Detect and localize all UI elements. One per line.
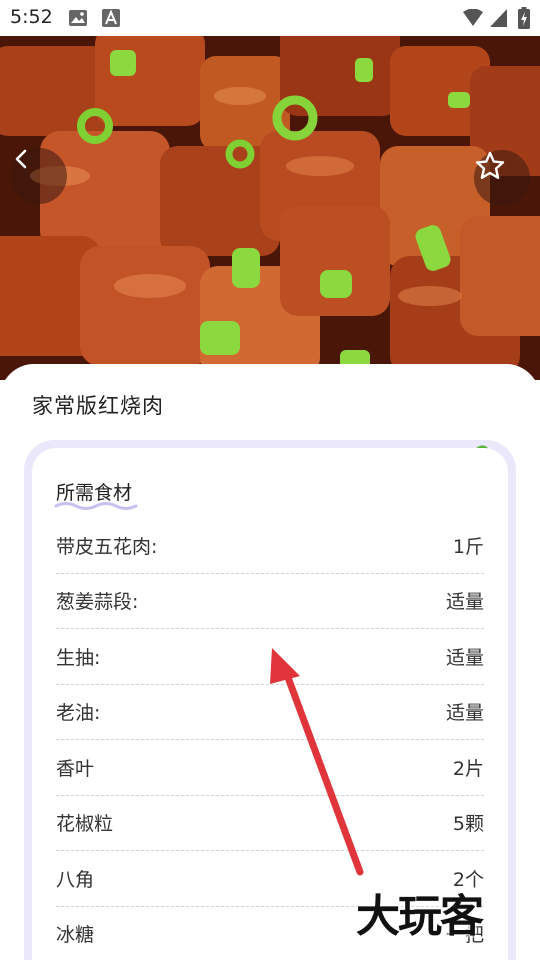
- ingredient-name: 花椒粒: [56, 813, 114, 836]
- ingredient-name: 老油:: [56, 702, 101, 725]
- recipe-title: 家常版红烧肉: [32, 394, 164, 418]
- star-outline-icon: [475, 151, 505, 179]
- ingredient-name: 八角: [56, 868, 95, 891]
- ingredient-amount: 适量: [445, 591, 484, 614]
- braised-pork-photo: [0, 36, 540, 380]
- list-item: 老油: 适量: [56, 685, 484, 740]
- ingredient-amount: 5颗: [452, 813, 484, 836]
- signal-icon: [490, 9, 508, 31]
- ingredient-amount: 2片: [452, 757, 484, 780]
- a-notification-icon: [102, 9, 120, 31]
- ingredient-name: 葱姜蒜段:: [56, 591, 139, 614]
- battery-charging-icon: [518, 7, 530, 33]
- watermark-text: 大玩客: [356, 891, 484, 942]
- image-icon: [68, 9, 88, 31]
- ingredient-name: 带皮五花肉:: [56, 535, 158, 558]
- wifi-icon: [462, 8, 484, 31]
- list-item: 香叶 2片: [56, 740, 484, 796]
- status-time: 5:52: [10, 6, 53, 28]
- ingredient-amount: 适量: [445, 702, 484, 725]
- back-button[interactable]: [11, 148, 67, 204]
- list-item: 生抽: 适量: [56, 629, 484, 685]
- ingredient-amount: 1斤: [452, 535, 484, 558]
- ingredient-amount: 适量: [445, 646, 484, 669]
- ingredient-name: 生抽:: [56, 646, 101, 669]
- ingredient-name: 香叶: [56, 757, 95, 780]
- chevron-left-icon: [15, 149, 27, 169]
- list-item: 带皮五花肉: 1斤: [56, 518, 484, 574]
- recipe-detail-sheet: 家常版红烧肉 所需食材 带皮五花肉: 1斤 葱姜蒜段: 适量 生抽: 适量 老油…: [0, 364, 540, 960]
- recipe-hero-image: [0, 36, 540, 380]
- ingredient-name: 冰糖: [56, 924, 95, 947]
- title-underline-decoration: [54, 502, 138, 510]
- status-bar: 5:52: [0, 0, 540, 36]
- list-item: 葱姜蒜段: 适量: [56, 574, 484, 629]
- favorite-button[interactable]: [474, 150, 530, 206]
- list-item: 花椒粒 5颗: [56, 796, 484, 851]
